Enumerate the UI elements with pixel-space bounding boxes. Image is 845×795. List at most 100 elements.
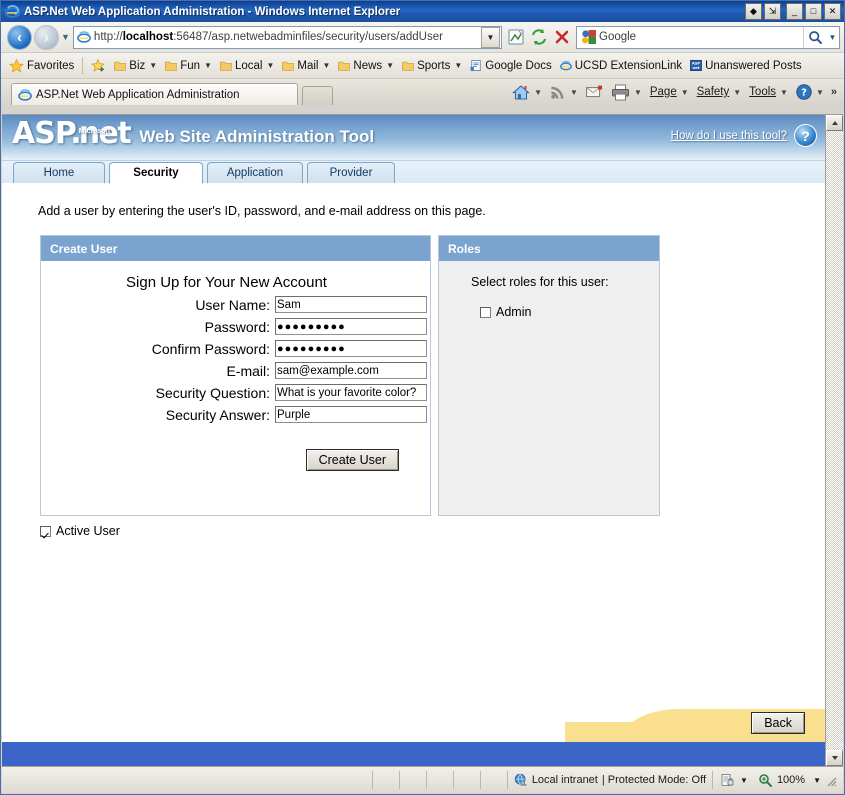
print-button[interactable]: ▼ — [607, 82, 646, 102]
safety-menu-button[interactable]: Safety ▼ — [693, 82, 746, 102]
aspnet-icon: ASP net — [690, 60, 703, 71]
help-area: How do I use this tool? ? — [671, 124, 817, 147]
scrollbar-track[interactable] — [826, 131, 843, 750]
active-user-checkbox[interactable]: Active User — [40, 524, 825, 538]
list-item[interactable]: UCSD ExtensionLink — [556, 56, 686, 76]
restore-window-button[interactable]: ⇲ — [764, 3, 781, 20]
email-field[interactable] — [275, 362, 427, 379]
favorites-center-button[interactable]: Favorites — [5, 56, 78, 76]
tools-menu-button[interactable]: Tools ▼ — [745, 82, 792, 102]
compatibility-view-button[interactable] — [505, 26, 527, 48]
stop-button[interactable] — [551, 26, 573, 48]
refresh-button[interactable] — [528, 26, 550, 48]
chevron-down-icon[interactable]: ▼ — [634, 88, 642, 97]
create-user-panel-body: Sign Up for Your New Account User Name: … — [41, 261, 430, 515]
folder-icon — [282, 61, 295, 71]
tab-home[interactable]: Home — [13, 162, 105, 183]
chevron-down-icon[interactable]: ▼ — [322, 61, 330, 70]
checkbox-icon[interactable] — [480, 306, 491, 318]
tab-security[interactable]: Security — [109, 162, 203, 184]
restore-group-button[interactable]: ◆ — [745, 3, 762, 20]
chevron-down-icon[interactable]: ▼ — [740, 776, 748, 785]
list-item[interactable]: Local ▼ — [216, 56, 278, 76]
list-item[interactable]: Mail ▼ — [278, 56, 334, 76]
chevron-down-icon[interactable]: ▼ — [266, 61, 274, 70]
browser-tab[interactable]: ASP.Net Web Application Administration — [11, 83, 298, 105]
help-menu-button[interactable]: ? ▼ — [792, 82, 828, 102]
create-user-button[interactable]: Create User — [305, 449, 399, 471]
chevron-down-icon[interactable]: ▼ — [534, 88, 542, 97]
password-field[interactable] — [275, 318, 427, 335]
list-item-label: Biz — [129, 59, 146, 72]
privacy-report-button[interactable]: ▼ — [713, 771, 754, 789]
chevron-down-icon[interactable]: ▼ — [813, 776, 821, 785]
chevron-down-icon[interactable]: ▼ — [204, 61, 212, 70]
read-mail-icon — [586, 85, 602, 98]
chevron-down-icon[interactable]: ▼ — [816, 88, 824, 97]
address-history-dropdown[interactable]: ▼ — [481, 26, 500, 48]
question-mark-icon[interactable]: ? — [794, 124, 817, 147]
address-bar[interactable]: http://localhost:56487/asp.netwebadminfi… — [72, 25, 502, 49]
read-mail-button[interactable] — [582, 82, 607, 102]
list-item[interactable]: Sports ▼ — [398, 56, 466, 76]
folder-icon — [338, 61, 351, 71]
tab-application[interactable]: Application — [207, 162, 303, 183]
list-item[interactable]: News ▼ — [334, 56, 398, 76]
resize-grip-icon[interactable] — [824, 774, 837, 787]
add-to-favorites-bar-button[interactable] — [87, 56, 110, 76]
folder-icon — [114, 61, 127, 71]
tab-provider[interactable]: Provider — [307, 162, 395, 183]
feeds-button[interactable]: ▼ — [546, 82, 582, 102]
chevron-down-icon[interactable]: ▼ — [386, 61, 394, 70]
forward-button[interactable]: › — [34, 24, 59, 50]
security-question-field[interactable] — [275, 384, 427, 401]
confirm-password-field[interactable] — [275, 340, 427, 357]
field-row-password: Password: — [41, 318, 430, 335]
security-zone[interactable]: Local intranet | Protected Mode: Off — [508, 771, 714, 789]
search-icon[interactable] — [803, 26, 826, 48]
search-provider-dropdown[interactable]: ▼ — [826, 27, 839, 48]
footer-yellow-band — [2, 709, 825, 742]
command-bar-overflow-button[interactable]: » — [828, 86, 840, 98]
scroll-up-button[interactable] — [826, 115, 843, 131]
home-button[interactable]: ▼ — [508, 82, 546, 102]
maximize-button[interactable]: □ — [805, 3, 822, 20]
search-box[interactable]: Google ▼ — [576, 25, 840, 49]
list-item[interactable]: ASP net Unanswered Posts — [686, 56, 806, 76]
user-name-label: User Name: — [195, 296, 270, 313]
how-do-i-use-this-tool-link[interactable]: How do I use this tool? — [671, 130, 787, 142]
chevron-down-icon[interactable]: ▼ — [149, 61, 157, 70]
list-item-label: Google Docs — [485, 59, 552, 72]
recent-pages-dropdown[interactable]: ▼ — [61, 32, 70, 42]
help-icon: ? — [796, 84, 812, 100]
chevron-down-icon[interactable]: ▼ — [681, 88, 689, 97]
chevron-down-icon[interactable]: ▼ — [780, 88, 788, 97]
folder-icon — [402, 61, 415, 71]
list-item[interactable]: Google Docs — [466, 56, 555, 76]
roles-instruction: Select roles for this user: — [471, 275, 609, 289]
zoom-icon — [759, 773, 772, 787]
close-button[interactable]: ✕ — [824, 3, 841, 20]
checkbox-icon[interactable] — [40, 525, 51, 537]
security-answer-field[interactable] — [275, 406, 427, 423]
list-item-label: Unanswered Posts — [705, 59, 802, 72]
chevron-down-icon[interactable]: ▼ — [570, 88, 578, 97]
list-item[interactable]: Fun ▼ — [161, 56, 216, 76]
chevron-down-icon[interactable]: ▼ — [454, 61, 462, 70]
chevron-down-icon[interactable]: ▼ — [733, 88, 741, 97]
window-title: ASP.Net Web Application Administration -… — [24, 5, 401, 18]
search-input[interactable]: Google — [599, 31, 803, 43]
vertical-scrollbar[interactable] — [825, 115, 843, 766]
list-item[interactable]: Biz ▼ — [110, 56, 161, 76]
favorites-separator — [82, 57, 84, 74]
print-icon — [611, 84, 629, 100]
scroll-down-button[interactable] — [826, 750, 843, 766]
role-checkbox-admin[interactable]: Admin — [439, 289, 659, 319]
page-menu-button[interactable]: Page ▼ — [646, 82, 693, 102]
zoom-control[interactable]: 100% ▼ — [754, 771, 843, 789]
user-name-field[interactable] — [275, 296, 427, 313]
back-button[interactable]: Back — [751, 712, 805, 734]
minimize-button[interactable]: _ — [786, 3, 803, 20]
back-button[interactable]: ‹ — [7, 24, 32, 50]
new-tab-button[interactable] — [302, 86, 333, 105]
